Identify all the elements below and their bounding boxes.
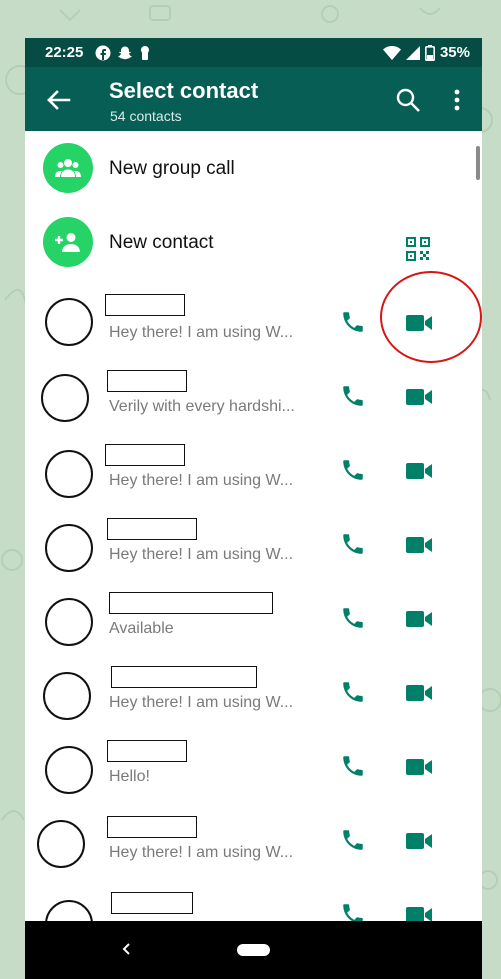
avatar <box>41 374 89 422</box>
voice-call-icon[interactable] <box>340 753 366 779</box>
video-call-icon[interactable] <box>405 757 433 777</box>
more-vert-icon[interactable] <box>449 87 465 113</box>
new-group-call-row[interactable]: New group call <box>25 125 482 199</box>
contact-status: Available <box>109 620 174 637</box>
nav-home-pill[interactable] <box>237 944 270 956</box>
contact-name-redacted <box>105 444 185 466</box>
avatar <box>45 298 93 346</box>
facebook-icon <box>95 45 111 60</box>
keyhole-icon <box>141 45 150 60</box>
contact-name-redacted <box>107 740 187 762</box>
avatar <box>45 450 93 498</box>
video-call-icon[interactable] <box>405 535 433 555</box>
avatar <box>45 598 93 646</box>
arrow-left-icon[interactable] <box>43 85 73 115</box>
voice-call-icon[interactable] <box>340 457 366 483</box>
system-nav-bar <box>25 921 482 979</box>
contact-name-redacted <box>109 592 273 614</box>
voice-call-icon[interactable] <box>340 679 366 705</box>
avatar <box>43 672 91 720</box>
contact-status: Hey there! I am using W... <box>109 472 294 489</box>
add-person-icon <box>43 217 93 267</box>
video-call-icon[interactable] <box>405 831 433 851</box>
qr-code-icon[interactable] <box>405 236 431 262</box>
video-call-icon[interactable] <box>405 609 433 629</box>
avatar <box>45 524 93 572</box>
voice-call-icon[interactable] <box>340 827 366 853</box>
video-call-icon[interactable] <box>405 683 433 703</box>
app-bar: Select contact 54 contacts <box>25 67 482 131</box>
video-call-highlight-annotation <box>380 271 482 363</box>
contact-name-redacted <box>105 294 185 316</box>
avatar <box>45 746 93 794</box>
contact-status: Hey there! I am using W... <box>109 324 294 341</box>
contact-name-redacted <box>107 370 187 392</box>
contact-name-redacted <box>111 666 257 688</box>
contact-status: Hey there! I am using W... <box>109 844 294 861</box>
status-time: 22:25 <box>45 44 84 61</box>
voice-call-icon[interactable] <box>340 531 366 557</box>
contact-status: Hello! <box>109 768 150 785</box>
new-contact-label: New contact <box>109 232 214 253</box>
contact-name-redacted <box>111 892 193 914</box>
page-title: Select contact <box>109 78 259 103</box>
video-call-icon[interactable] <box>405 387 433 407</box>
new-group-call-label: New group call <box>109 158 235 179</box>
battery-percent: 35% <box>439 44 470 61</box>
voice-call-icon[interactable] <box>340 605 366 631</box>
contact-name-redacted <box>107 816 197 838</box>
group-icon <box>43 143 93 193</box>
snapchat-icon <box>118 46 133 59</box>
search-icon[interactable] <box>395 87 421 113</box>
video-call-icon[interactable] <box>405 461 433 481</box>
battery-icon <box>424 44 435 61</box>
contact-status: Hey there! I am using W... <box>109 546 294 563</box>
voice-call-icon[interactable] <box>340 309 366 335</box>
contact-name-redacted <box>107 518 197 540</box>
contact-status: Verily with every hardshi... <box>109 398 295 415</box>
contact-status: Hey there! I am using W... <box>109 694 294 711</box>
phone-screen: 22:25 35% Select contact 54 contacts New… <box>25 38 482 979</box>
contact-count: 54 contacts <box>110 108 182 124</box>
contact-list[interactable]: New group call New contact Hey there! I … <box>25 131 482 948</box>
signal-icon <box>405 45 420 60</box>
wifi-icon <box>382 45 401 60</box>
voice-call-icon[interactable] <box>340 383 366 409</box>
avatar <box>37 820 85 868</box>
nav-back-icon[interactable] <box>119 939 133 959</box>
status-bar: 22:25 35% <box>25 38 482 67</box>
